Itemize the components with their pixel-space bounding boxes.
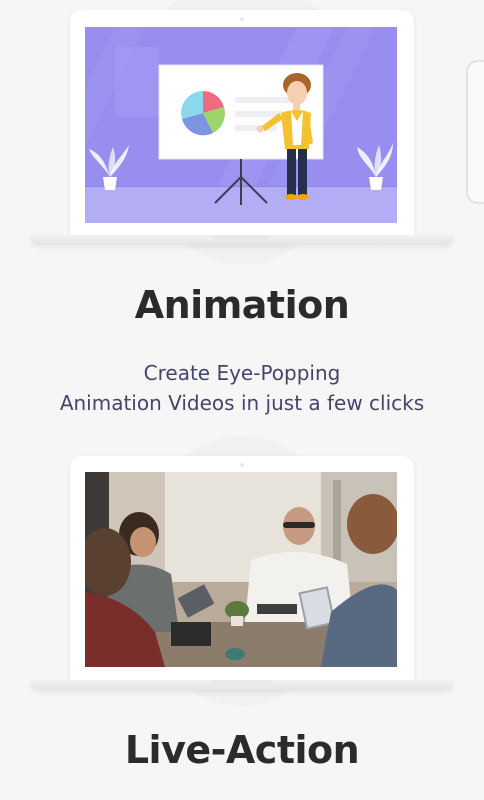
animation-laptop <box>70 10 414 235</box>
presenter-illustration <box>85 27 397 223</box>
laptop-camera <box>240 463 244 467</box>
animation-illustration[interactable] <box>85 27 397 223</box>
live-action-photo[interactable] <box>85 472 397 667</box>
section-subtitle-animation: Create Eye-Popping Animation Videos in j… <box>0 358 484 418</box>
section-title-animation: Animation <box>134 283 350 327</box>
side-drawer-handle[interactable] <box>466 60 484 204</box>
subtitle-line: Create Eye-Popping <box>143 361 341 385</box>
laptop-notch <box>212 235 272 240</box>
laptop-camera <box>240 17 244 21</box>
laptop-notch <box>212 680 272 685</box>
page: Animation Create Eye-Popping Animation V… <box>0 0 484 800</box>
meeting-photo <box>85 472 397 667</box>
subtitle-line: Animation Videos in just a few clicks <box>59 391 425 415</box>
live-action-laptop <box>70 456 414 680</box>
section-title-live-action: Live-Action <box>124 728 360 772</box>
pie-chart-graphic <box>181 91 225 136</box>
